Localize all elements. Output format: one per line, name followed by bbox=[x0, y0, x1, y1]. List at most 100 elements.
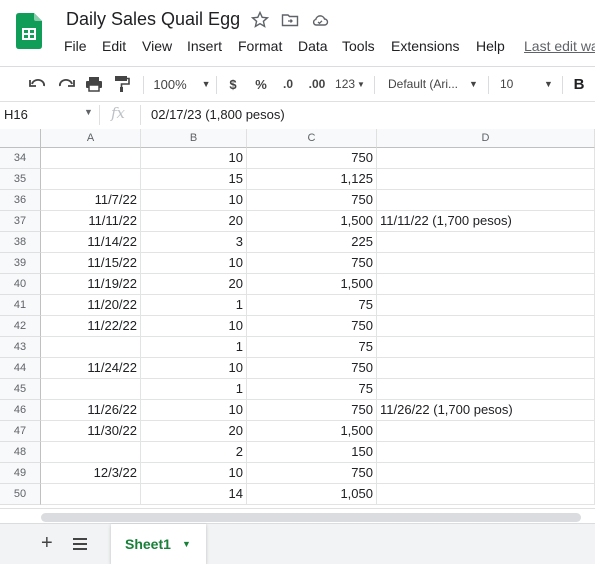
cell-a[interactable]: 11/11/22 bbox=[41, 211, 141, 232]
cell-c[interactable]: 1,500 bbox=[247, 211, 377, 232]
cell-a[interactable] bbox=[41, 442, 141, 463]
cell-d[interactable] bbox=[377, 169, 595, 190]
cell-c[interactable]: 750 bbox=[247, 316, 377, 337]
cell-d[interactable] bbox=[377, 148, 595, 169]
cell-b[interactable]: 10 bbox=[141, 400, 247, 421]
cell-c[interactable]: 750 bbox=[247, 190, 377, 211]
cell-d[interactable] bbox=[377, 295, 595, 316]
cell-d[interactable] bbox=[377, 484, 595, 505]
undo-icon[interactable] bbox=[28, 74, 48, 94]
cell-d[interactable]: 11/11/22 (1,700 pesos) bbox=[377, 211, 595, 232]
cell-c[interactable]: 1,500 bbox=[247, 421, 377, 442]
menu-file[interactable]: File bbox=[64, 38, 102, 56]
cell-d[interactable] bbox=[377, 442, 595, 463]
cloud-status-icon[interactable] bbox=[311, 11, 329, 29]
cell-a[interactable]: 12/3/22 bbox=[41, 463, 141, 484]
cell-b[interactable]: 15 bbox=[141, 169, 247, 190]
cell-c[interactable]: 1,125 bbox=[247, 169, 377, 190]
cell-b[interactable]: 10 bbox=[141, 253, 247, 274]
zoom-select[interactable]: 100% ▼ bbox=[152, 74, 212, 94]
print-icon[interactable] bbox=[84, 74, 104, 94]
cell-d[interactable] bbox=[377, 463, 595, 484]
cell-b[interactable]: 14 bbox=[141, 484, 247, 505]
decrease-decimal-button[interactable]: .0 bbox=[277, 74, 299, 94]
cell-a[interactable]: 11/14/22 bbox=[41, 232, 141, 253]
cell-b[interactable]: 1 bbox=[141, 379, 247, 400]
column-header-b[interactable]: B bbox=[141, 129, 247, 148]
increase-decimal-button[interactable]: .00 bbox=[305, 74, 329, 94]
chevron-down-icon[interactable]: ▼ bbox=[182, 539, 191, 549]
cell-d[interactable] bbox=[377, 337, 595, 358]
row-header[interactable]: 42 bbox=[0, 316, 41, 337]
move-to-folder-icon[interactable] bbox=[281, 11, 299, 29]
row-header[interactable]: 48 bbox=[0, 442, 41, 463]
row-header[interactable]: 49 bbox=[0, 463, 41, 484]
column-header-d[interactable]: D bbox=[377, 129, 595, 148]
cell-d[interactable] bbox=[377, 421, 595, 442]
menu-help[interactable]: Help bbox=[476, 38, 516, 56]
cell-c[interactable]: 1,050 bbox=[247, 484, 377, 505]
percent-format-button[interactable]: % bbox=[253, 74, 269, 94]
cell-b[interactable]: 20 bbox=[141, 421, 247, 442]
row-header[interactable]: 39 bbox=[0, 253, 41, 274]
row-header[interactable]: 37 bbox=[0, 211, 41, 232]
row-header[interactable]: 50 bbox=[0, 484, 41, 505]
cell-a[interactable]: 11/22/22 bbox=[41, 316, 141, 337]
cell-b[interactable]: 10 bbox=[141, 463, 247, 484]
cell-d[interactable] bbox=[377, 253, 595, 274]
cell-b[interactable]: 20 bbox=[141, 211, 247, 232]
cell-a[interactable]: 11/30/22 bbox=[41, 421, 141, 442]
paint-format-icon[interactable] bbox=[112, 74, 132, 94]
cell-b[interactable]: 3 bbox=[141, 232, 247, 253]
last-edit-link[interactable]: Last edit wa bbox=[524, 38, 595, 54]
cell-b[interactable]: 1 bbox=[141, 337, 247, 358]
redo-icon[interactable] bbox=[56, 74, 76, 94]
formula-input[interactable]: 02/17/23 (1,800 pesos) bbox=[151, 107, 285, 122]
name-box-chevron-icon[interactable]: ▼ bbox=[84, 107, 93, 117]
menu-format[interactable]: Format bbox=[238, 38, 298, 56]
cell-a[interactable] bbox=[41, 484, 141, 505]
cell-b[interactable]: 10 bbox=[141, 316, 247, 337]
cell-a[interactable]: 11/15/22 bbox=[41, 253, 141, 274]
row-header[interactable]: 44 bbox=[0, 358, 41, 379]
currency-format-button[interactable]: $ bbox=[225, 74, 241, 94]
font-family-select[interactable]: Default (Ari... ▼ bbox=[388, 74, 482, 94]
add-sheet-button[interactable]: + bbox=[41, 532, 53, 555]
menu-edit[interactable]: Edit bbox=[102, 38, 142, 56]
row-header[interactable]: 36 bbox=[0, 190, 41, 211]
horizontal-scrollbar-thumb[interactable] bbox=[41, 513, 581, 522]
cell-b[interactable]: 10 bbox=[141, 148, 247, 169]
name-box[interactable]: H16 bbox=[4, 107, 28, 122]
sheets-logo-icon[interactable] bbox=[16, 13, 42, 49]
cell-c[interactable]: 75 bbox=[247, 295, 377, 316]
sheet-tab-sheet1[interactable]: Sheet1 ▼ bbox=[111, 524, 206, 564]
row-header[interactable]: 47 bbox=[0, 421, 41, 442]
menu-tools[interactable]: Tools bbox=[342, 38, 391, 56]
cell-a[interactable] bbox=[41, 148, 141, 169]
cell-d[interactable] bbox=[377, 190, 595, 211]
menu-view[interactable]: View bbox=[142, 38, 187, 56]
row-header[interactable]: 45 bbox=[0, 379, 41, 400]
menu-extensions[interactable]: Extensions bbox=[391, 38, 476, 56]
sheet-grid[interactable]: 34 10 750 35 15 1,125 36 11/7/22 10 750 37 11/11/22… bbox=[0, 148, 595, 512]
row-header[interactable]: 40 bbox=[0, 274, 41, 295]
bold-button[interactable]: B bbox=[572, 74, 586, 94]
row-header[interactable]: 46 bbox=[0, 400, 41, 421]
cell-a[interactable]: 11/26/22 bbox=[41, 400, 141, 421]
row-header[interactable]: 34 bbox=[0, 148, 41, 169]
cell-a[interactable] bbox=[41, 379, 141, 400]
cell-b[interactable]: 20 bbox=[141, 274, 247, 295]
cell-d[interactable]: 11/26/22 (1,700 pesos) bbox=[377, 400, 595, 421]
cell-d[interactable] bbox=[377, 358, 595, 379]
cell-a[interactable]: 11/19/22 bbox=[41, 274, 141, 295]
cell-c[interactable]: 1,500 bbox=[247, 274, 377, 295]
more-formats-button[interactable]: 123 ▼ bbox=[334, 74, 366, 94]
column-header-c[interactable]: C bbox=[247, 129, 377, 148]
select-all-corner[interactable] bbox=[0, 129, 41, 148]
cell-c[interactable]: 750 bbox=[247, 463, 377, 484]
menu-data[interactable]: Data bbox=[298, 38, 342, 56]
cell-b[interactable]: 1 bbox=[141, 295, 247, 316]
cell-a[interactable]: 11/7/22 bbox=[41, 190, 141, 211]
document-title[interactable]: Daily Sales Quail Egg bbox=[66, 9, 240, 30]
cell-a[interactable] bbox=[41, 337, 141, 358]
